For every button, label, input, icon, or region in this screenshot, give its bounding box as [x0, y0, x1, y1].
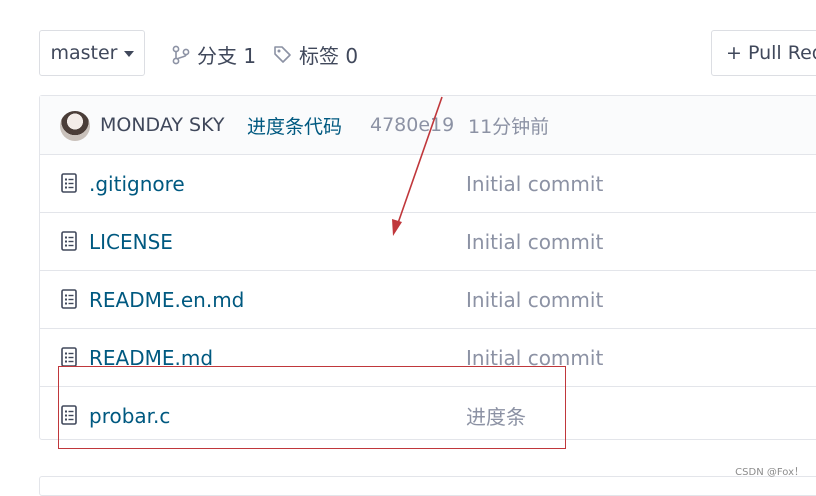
commit-time: 11分钟前 [468, 115, 550, 138]
branches-link[interactable]: 分支 1 [172, 40, 256, 69]
file-name-link[interactable]: .gitignore [89, 172, 185, 196]
commit-author[interactable]: MONDAY SKY [100, 114, 224, 136]
commit-sha[interactable]: 4780e19 [370, 114, 454, 136]
file-icon [61, 173, 77, 193]
pull-request-button[interactable]: + Pull Request [711, 30, 816, 76]
file-row[interactable]: .gitignore Initial commit [40, 155, 816, 213]
branch-label: master [50, 42, 118, 64]
tags-link[interactable]: 标签 0 [273, 40, 358, 69]
branch-select[interactable]: master [39, 30, 145, 76]
pull-request-label: + Pull Request [726, 42, 816, 64]
latest-commit-bar: MONDAY SKY 进度条代码 4780e19 11分钟前 [40, 96, 816, 155]
branches-count: 分支 1 [197, 44, 257, 68]
annotation-highlight-box [58, 366, 566, 449]
avatar[interactable] [60, 111, 90, 141]
readme-panel-edge [39, 476, 816, 496]
file-name-link[interactable]: LICENSE [89, 230, 173, 254]
file-commit-message[interactable]: Initial commit [466, 172, 603, 196]
tag-icon [274, 46, 291, 63]
file-commit-message[interactable]: Initial commit [466, 288, 603, 312]
chevron-down-icon [123, 51, 134, 57]
file-icon [61, 347, 77, 367]
file-icon [61, 289, 77, 309]
branch-icon [172, 45, 190, 64]
file-commit-message[interactable]: Initial commit [466, 230, 603, 254]
file-name-link[interactable]: README.en.md [89, 288, 244, 312]
file-icon [61, 231, 77, 251]
file-row[interactable]: LICENSE Initial commit [40, 213, 816, 271]
file-row[interactable]: README.en.md Initial commit [40, 271, 816, 329]
tags-count: 标签 0 [299, 44, 359, 68]
watermark: CSDN @Fox！ [735, 467, 804, 478]
commit-message-link[interactable]: 进度条代码 [247, 112, 342, 139]
